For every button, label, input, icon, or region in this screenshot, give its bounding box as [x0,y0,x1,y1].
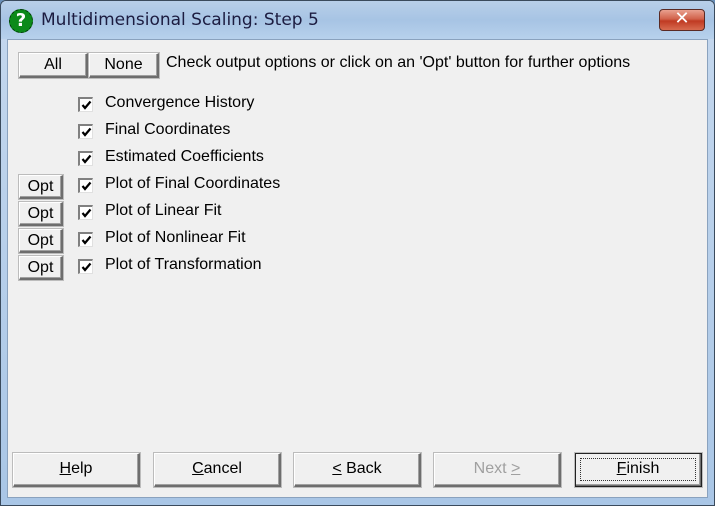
checkmark-icon [81,235,92,245]
title-bar[interactable]: ? Multidimensional Scaling: Step 5 ✕ [1,1,714,39]
close-button[interactable]: ✕ [659,8,705,31]
option-label[interactable]: Plot of Nonlinear Fit [105,229,246,247]
opt-button-6[interactable]: Opt [19,229,63,253]
opt-button-5[interactable]: Opt [19,202,63,226]
option-checkbox[interactable] [78,178,93,193]
checkmark-icon [81,100,92,110]
back-label: Back [341,460,382,477]
close-icon: ✕ [674,8,690,29]
option-checkbox[interactable] [78,151,93,166]
next-button[interactable]: Next > [434,453,561,487]
cancel-mnemonic: C [192,460,204,477]
next-label: Next [473,460,511,477]
option-label[interactable]: Convergence History [105,94,254,112]
cancel-label: ancel [203,460,242,477]
option-checkbox[interactable] [78,232,93,247]
cancel-button[interactable]: Cancel [154,453,281,487]
option-checkbox[interactable] [78,124,93,139]
checkmark-icon [81,154,92,164]
checkmark-icon [81,262,92,272]
dialog-window: ? Multidimensional Scaling: Step 5 ✕ All… [0,0,715,506]
option-label[interactable]: Final Coordinates [105,121,230,139]
checkmark-icon [81,127,92,137]
checkmark-icon [81,208,92,218]
checkmark-icon [81,181,92,191]
select-none-button[interactable]: None [89,53,159,78]
help-button[interactable]: Help [13,453,140,487]
opt-button-7[interactable]: Opt [19,256,63,280]
opt-button-4[interactable]: Opt [19,175,63,199]
back-button[interactable]: < Back [294,453,421,487]
option-label[interactable]: Plot of Final Coordinates [105,175,280,193]
next-mnemonic: > [511,460,521,477]
option-checkbox[interactable] [78,97,93,112]
focus-rectangle [580,458,696,481]
select-all-button[interactable]: All [19,53,88,78]
help-mnemonic: H [59,460,72,477]
help-question-icon: ? [9,9,33,33]
back-mnemonic: < [332,460,342,477]
option-label[interactable]: Plot of Linear Fit [105,202,222,220]
option-checkbox[interactable] [78,259,93,274]
option-checkbox[interactable] [78,205,93,220]
instruction-text: Check output options or click on an 'Opt… [166,54,631,71]
window-title: Multidimensional Scaling: Step 5 [41,10,319,30]
option-label[interactable]: Plot of Transformation [105,256,262,274]
dialog-body: All None Check output options or click o… [7,39,708,498]
finish-button[interactable]: Finish [575,453,702,487]
option-label[interactable]: Estimated Coefficients [105,148,264,166]
help-label: elp [71,460,93,477]
